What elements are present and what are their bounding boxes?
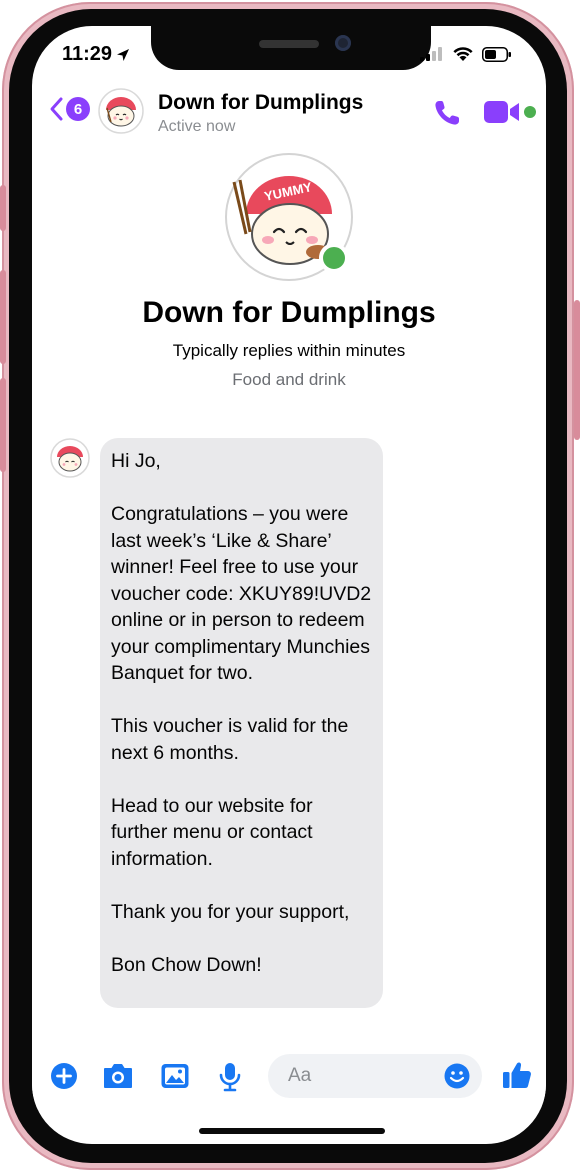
profile-online-indicator <box>319 243 349 273</box>
image-icon[interactable] <box>160 1062 190 1090</box>
composer-bar <box>32 1044 546 1110</box>
online-indicator <box>524 106 536 118</box>
status-icons <box>420 46 512 62</box>
profile-name: Down for Dumplings <box>142 296 436 329</box>
chat-header: 6 Down for Dumplings Active now <box>32 84 546 146</box>
status-time-label: 11:29 <box>62 43 113 65</box>
message-input-field[interactable] <box>268 1054 482 1098</box>
wifi-icon <box>453 47 473 61</box>
location-arrow-icon <box>117 48 130 61</box>
plus-circle-icon[interactable] <box>50 1062 78 1090</box>
mute-switch <box>0 185 6 231</box>
status-time: 11:29 <box>62 43 130 66</box>
page-avatar[interactable] <box>98 88 144 134</box>
battery-icon <box>482 46 511 62</box>
speaker-grille <box>259 40 319 48</box>
volume-up-button <box>0 270 6 364</box>
message-bubble[interactable]: Hi Jo, Congratulations – you were last w… <box>100 438 383 1008</box>
volume-down-button <box>0 378 6 472</box>
chat-title: Down for Dumplings <box>158 91 364 114</box>
message-paragraph: Thank you for your support, <box>111 900 350 923</box>
home-indicator[interactable] <box>199 1128 385 1134</box>
message-paragraph: Congratulations – you were last week’s ‘… <box>111 503 372 684</box>
messenger-screen: 11:29 6 Down for Dumplings Active now YU… <box>32 26 546 1144</box>
notch <box>151 26 431 70</box>
back-button[interactable]: 6 <box>48 96 90 122</box>
reply-time-text: Typically replies within minutes <box>172 341 406 360</box>
message-input[interactable] <box>286 1064 430 1088</box>
smiley-icon[interactable] <box>444 1063 470 1089</box>
phone-icon[interactable] <box>432 98 462 128</box>
video-camera-icon[interactable] <box>484 100 520 124</box>
message-paragraph: Head to our website for further menu or … <box>111 794 313 870</box>
active-status: Active now <box>158 118 236 135</box>
page-category: Food and drink <box>232 370 346 389</box>
chevron-left-icon <box>50 97 63 121</box>
cellular-signal-icon <box>420 47 442 61</box>
front-camera <box>335 35 351 51</box>
thumbs-up-icon[interactable] <box>502 1060 532 1090</box>
message-paragraph: Bon Chow Down! <box>111 953 262 976</box>
microphone-icon[interactable] <box>218 1062 242 1092</box>
sender-avatar[interactable] <box>50 438 90 478</box>
profile-avatar: YUMMY <box>225 153 353 281</box>
camera-icon[interactable] <box>102 1062 134 1090</box>
power-button <box>574 300 580 440</box>
message-paragraph: Hi Jo, <box>111 450 161 472</box>
message-paragraph: This voucher is valid for the next 6 mon… <box>111 715 349 764</box>
unread-count-badge: 6 <box>66 97 90 121</box>
